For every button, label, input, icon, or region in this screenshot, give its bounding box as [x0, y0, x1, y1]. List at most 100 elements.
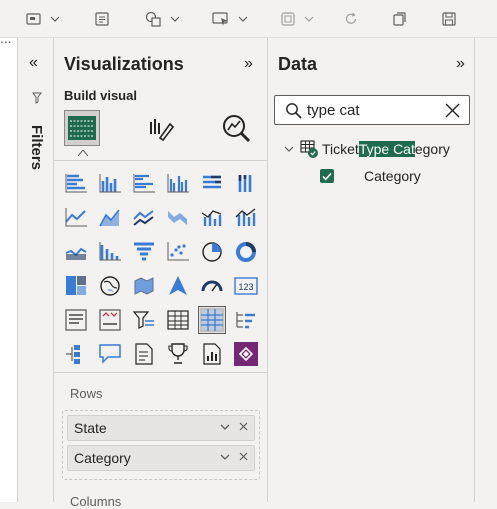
slicer-visual-button[interactable] [130, 306, 158, 334]
ribbon-chart-visual-button[interactable] [164, 204, 192, 232]
power-apps-visual-button[interactable] [232, 340, 260, 368]
save-button[interactable] [441, 8, 457, 30]
line-chart-visual-button[interactable] [62, 204, 90, 232]
100-stacked-bar-chart-icon [203, 175, 221, 189]
analytics-magnifier-icon [223, 115, 251, 143]
copy-layout-button[interactable] [280, 8, 314, 30]
field-tree-item[interactable]: Category [320, 168, 421, 184]
clustered-bar-chart-visual-button[interactable] [130, 170, 158, 198]
save-icon [442, 12, 456, 26]
donut-chart-visual-button[interactable] [232, 238, 260, 266]
multi-row-card-icon [65, 309, 87, 331]
goals-trophy-visual-button[interactable] [164, 340, 192, 368]
build-visual-label: Build visual [64, 88, 137, 103]
chevron-down-icon[interactable] [220, 453, 230, 461]
close-icon[interactable] [239, 452, 248, 461]
card-icon: 123 [234, 277, 258, 295]
analytics-tab[interactable] [220, 112, 252, 144]
treemap-icon [66, 276, 86, 295]
clear-search-icon[interactable] [445, 103, 460, 118]
gauge-icon [201, 280, 223, 292]
card-visual-button[interactable]: 123 [232, 272, 260, 300]
table-icon [300, 139, 320, 159]
qa-visual-button[interactable] [96, 340, 124, 368]
chevron-down-icon [50, 16, 60, 22]
build-visual-tab[interactable] [64, 110, 100, 146]
rows-field-pill[interactable]: Category [67, 445, 255, 471]
area-chart-visual-button[interactable] [96, 204, 124, 232]
filters-vertical-label-wrap[interactable]: Filters [24, 112, 48, 182]
clustered-column-chart-visual-button[interactable] [164, 170, 192, 198]
data-expand-icon[interactable]: » [456, 55, 465, 73]
present-icon [212, 12, 228, 26]
funnel-bar-visual-button[interactable] [96, 238, 124, 266]
duplicate-button[interactable] [392, 8, 408, 30]
field-pill-label: State [74, 420, 107, 436]
line-chart-icon [65, 208, 87, 227]
filters-pane[interactable]: « Filters [18, 38, 54, 502]
matrix-visual-button[interactable] [198, 306, 226, 334]
search-input[interactable]: type cat [307, 102, 360, 119]
data-pane: Data » type cat Ticket Type Cat egory Cat… [268, 38, 475, 502]
filters-collapse-icon[interactable]: « [29, 54, 38, 72]
decomposition-tree-icon [236, 312, 255, 329]
chevron-down-icon [238, 16, 248, 22]
rows-well-label: Rows [70, 386, 103, 401]
filled-map-visual-button[interactable] [130, 272, 158, 300]
clustered-bar-chart-icon [133, 174, 155, 193]
visualizations-expand-icon[interactable]: » [244, 55, 253, 73]
map-visual-button[interactable] [96, 272, 124, 300]
format-icon [95, 12, 109, 26]
key-influencers-visual-button[interactable] [62, 340, 90, 368]
chevron-down-icon[interactable] [284, 145, 294, 153]
chevron-down-icon[interactable] [220, 423, 230, 431]
kpi-visual-button[interactable] [96, 306, 124, 334]
present-button[interactable] [212, 8, 248, 30]
line-and-column-chart-visual-button[interactable] [198, 204, 226, 232]
close-icon[interactable] [239, 422, 248, 431]
report-canvas-edge: ... [0, 30, 18, 502]
key-influencers-icon [66, 345, 80, 364]
visualizations-title: Visualizations [64, 54, 184, 74]
shapes-button[interactable] [144, 8, 180, 30]
goals-trophy-icon [168, 343, 188, 364]
stacked-area-chart-visual-button[interactable] [130, 204, 158, 232]
scatter-chart-icon [167, 242, 189, 261]
decomposition-tree-visual-button[interactable] [232, 306, 260, 334]
rows-field-well[interactable]: State Category [62, 410, 260, 480]
rows-field-pill[interactable]: State [67, 415, 255, 441]
scatter-chart-visual-button[interactable] [164, 238, 192, 266]
100-stacked-bar-chart-visual-button[interactable] [198, 170, 226, 198]
field-checkbox[interactable] [320, 169, 334, 183]
stacked-column-chart-visual-button[interactable] [96, 170, 124, 198]
smart-narrative-visual-button[interactable] [130, 340, 158, 368]
view-icon [26, 13, 41, 25]
build-visual-icon [68, 116, 96, 140]
treemap-visual-button[interactable] [62, 272, 90, 300]
line-and-column-chart-icon [201, 210, 222, 226]
table-icon [167, 310, 189, 330]
stacked-bar-chart-visual-button[interactable] [62, 170, 90, 198]
right-edge [475, 38, 497, 502]
pie-chart-visual-button[interactable] [198, 238, 226, 266]
funnel-chart-visual-button[interactable] [130, 238, 158, 266]
table-tree-item[interactable]: Ticket Type Cat egory [284, 139, 450, 159]
view-button[interactable] [26, 8, 60, 30]
refresh-button[interactable] [344, 8, 358, 30]
line-and-stacked-column-visual-button[interactable] [232, 204, 260, 232]
format-button[interactable] [94, 8, 110, 30]
slicer-icon [132, 311, 154, 329]
funnel-bar-icon [99, 242, 121, 261]
kpi-icon [99, 309, 121, 331]
data-search-box[interactable]: type cat [274, 95, 470, 125]
filters-title: Filters [27, 124, 45, 170]
multi-row-card-visual-button[interactable] [62, 306, 90, 334]
format-visual-tab[interactable] [146, 114, 176, 144]
100-stacked-column-chart-visual-button[interactable] [232, 170, 260, 198]
azure-map-visual-button[interactable] [164, 272, 192, 300]
shapes-icon [145, 11, 161, 27]
paginated-report-visual-button[interactable] [198, 340, 226, 368]
table-visual-button[interactable] [164, 306, 192, 334]
gauge-visual-button[interactable] [198, 272, 226, 300]
waterfall-chart-visual-button[interactable] [62, 238, 90, 266]
